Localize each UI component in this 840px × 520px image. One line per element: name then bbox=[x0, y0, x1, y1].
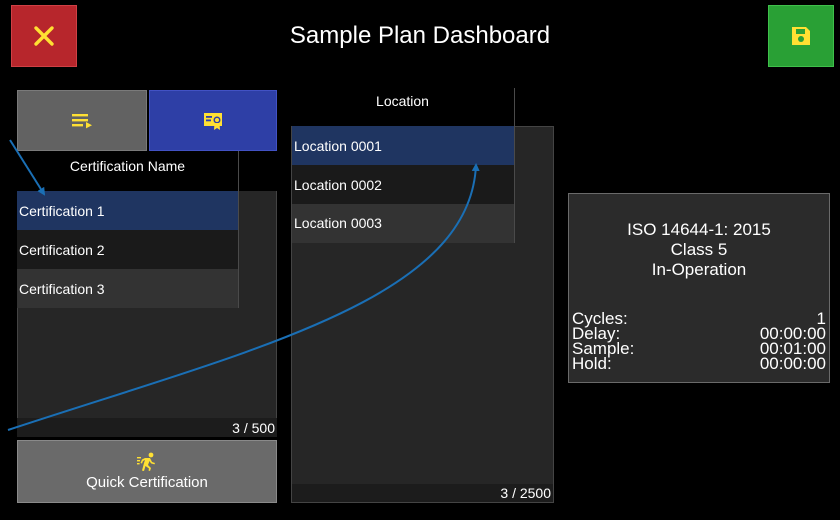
save-icon bbox=[792, 27, 810, 45]
column-spacer bbox=[239, 151, 277, 191]
list-item[interactable]: Location 0001 bbox=[292, 126, 514, 165]
running-person-icon bbox=[137, 452, 155, 471]
page-title: Sample Plan Dashboard bbox=[289, 22, 551, 49]
quick-certification-label: Quick Certification bbox=[86, 474, 208, 491]
location-header[interactable]: Location bbox=[291, 88, 514, 126]
column-spacer bbox=[515, 88, 554, 126]
hold-value: 00:00:00 bbox=[759, 354, 826, 373]
certificate-icon bbox=[204, 112, 222, 130]
hold-row: Hold: 00:00:00 bbox=[572, 354, 826, 373]
hold-label: Hold: bbox=[572, 354, 612, 373]
save-button[interactable] bbox=[768, 5, 834, 67]
list-item[interactable]: Certification 1 bbox=[17, 191, 238, 230]
certification-count: 3 / 500 bbox=[232, 420, 275, 436]
list-view-toggle[interactable] bbox=[17, 90, 147, 151]
quick-certification-button[interactable]: Quick Certification bbox=[17, 440, 277, 503]
certification-name-header[interactable]: Certification Name bbox=[17, 151, 238, 191]
list-item[interactable]: Location 0003 bbox=[292, 204, 514, 243]
list-item[interactable]: Location 0002 bbox=[292, 165, 514, 204]
class-text: Class 5 bbox=[670, 240, 728, 259]
list-icon bbox=[72, 113, 92, 128]
certification-details-panel: ISO 14644-1: 2015 Class 5 In-Operation C… bbox=[568, 193, 830, 383]
state-text: In-Operation bbox=[651, 260, 747, 279]
location-count: 3 / 2500 bbox=[500, 485, 551, 501]
list-scroll-divider bbox=[514, 126, 515, 243]
list-item[interactable]: Certification 3 bbox=[17, 269, 238, 308]
certificate-view-toggle[interactable] bbox=[149, 90, 277, 151]
list-item[interactable]: Certification 2 bbox=[17, 230, 238, 269]
standard-text: ISO 14644-1: 2015 bbox=[627, 220, 771, 239]
list-scroll-divider bbox=[238, 191, 239, 308]
